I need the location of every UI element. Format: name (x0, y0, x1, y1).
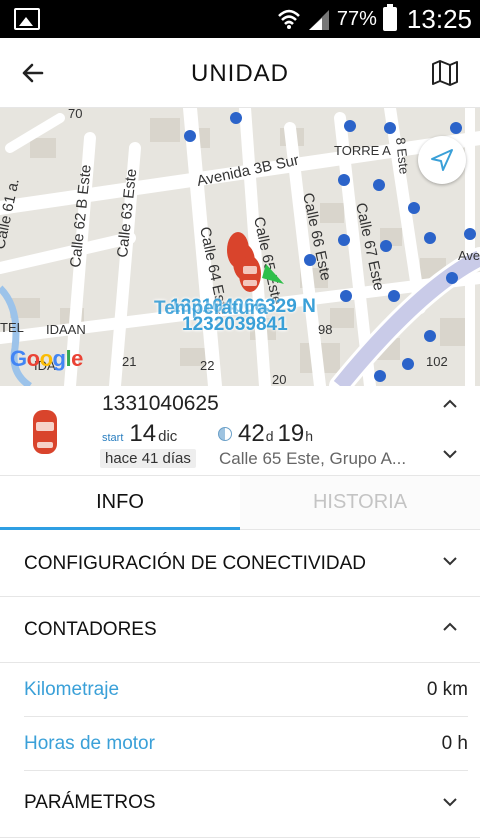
start-label: start (102, 432, 124, 444)
chevron-down-icon (443, 798, 457, 807)
duration-days: 42 (238, 420, 265, 447)
last-update-badge: hace 41 días (100, 449, 196, 468)
status-bar: 77% 13:25 (0, 0, 480, 38)
counter-row-horas-motor[interactable]: Horas de motor 0 h (0, 717, 480, 771)
section-parameters-label: PARÁMETROS (24, 792, 156, 813)
map-number: 102 (426, 354, 448, 369)
chevron-down-icon (443, 557, 457, 566)
duration-hours: 19 (277, 420, 305, 447)
wifi-icon (278, 9, 300, 29)
map-icon[interactable] (430, 58, 460, 88)
section-counters[interactable]: CONTADORES (0, 597, 480, 663)
counter-value: 0 h (441, 733, 468, 754)
locate-button[interactable] (418, 136, 466, 184)
place-label: TORRE A (334, 143, 391, 158)
map-number: 98 (318, 322, 332, 337)
unit-map-label-2: 1232039841 (182, 314, 288, 335)
map-view[interactable]: Avenida 3B Sur Calle 62 B Este Calle 63 … (0, 108, 480, 386)
duration-days-unit: d (265, 428, 274, 444)
tab-bar: INFO HISTORIA (0, 476, 480, 530)
chevron-up-icon[interactable] (442, 398, 458, 410)
battery-percent: 77% (336, 7, 377, 30)
chevron-up-icon (443, 622, 457, 631)
map-number: 20 (272, 372, 286, 386)
map-number: 22 (200, 358, 214, 373)
section-connectivity[interactable]: CONFIGURACIÓN DE CONECTIVIDAD (0, 531, 480, 597)
clock-icon (218, 427, 232, 441)
counter-label: Kilometraje (24, 679, 120, 700)
duration: 42 d 19 h (218, 420, 317, 448)
google-logo: Google (10, 346, 83, 371)
clock: 13:25 (406, 3, 472, 34)
unit-address: Calle 65 Este, Grupo A... (219, 449, 407, 468)
chevron-down-icon[interactable] (442, 448, 458, 460)
divider (24, 770, 468, 771)
counter-value: 0 km (426, 679, 468, 700)
section-counters-label: CONTADORES (24, 619, 157, 640)
map-streets: Avenida 3B Sur Calle 62 B Este Calle 63 … (0, 108, 480, 386)
place-label: IDAAN (46, 322, 86, 337)
map-number: 21 (122, 354, 136, 369)
street-label: Ave (458, 248, 480, 263)
page-title: UNIDAD (190, 60, 289, 87)
map-number: 70 (68, 108, 82, 121)
app-bar: UNIDAD (0, 38, 480, 108)
unit-id: 1331040625 (102, 392, 219, 415)
navigation-arrow-icon (431, 149, 453, 171)
start-date: start 14 dic (102, 420, 177, 448)
counter-label: Horas de motor (24, 733, 155, 754)
image-notification-icon (14, 8, 40, 30)
car-icon (33, 410, 57, 454)
start-day: 14 (129, 420, 157, 447)
section-parameters[interactable]: PARÁMETROS (0, 772, 480, 838)
signal-icon (308, 10, 329, 30)
counter-row-kilometraje[interactable]: Kilometraje 0 km (0, 663, 480, 717)
start-month: dic (158, 428, 178, 445)
unit-summary[interactable]: 1331040625 start 14 dic 42 d 19 h hace 4… (0, 386, 480, 476)
duration-hours-unit: h (305, 428, 313, 444)
battery-icon (382, 4, 397, 31)
section-connectivity-label: CONFIGURACIÓN DE CONECTIVIDAD (24, 553, 367, 574)
tab-info[interactable]: INFO (0, 476, 240, 530)
tab-historia[interactable]: HISTORIA (240, 476, 480, 529)
place-label: TEL (0, 320, 24, 335)
